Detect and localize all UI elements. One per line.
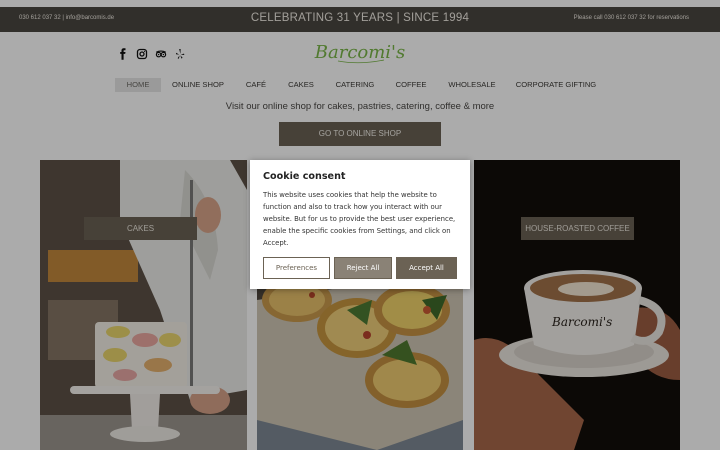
cookie-consent-dialog: Cookie consent This website uses cookies… bbox=[250, 160, 470, 289]
reject-all-button[interactable]: Reject All bbox=[334, 257, 392, 279]
accept-all-button[interactable]: Accept All bbox=[396, 257, 457, 279]
cookie-text: This website uses cookies that help the … bbox=[263, 191, 456, 247]
cookie-title: Cookie consent bbox=[263, 171, 346, 182]
preferences-button[interactable]: Preferences bbox=[263, 257, 330, 279]
